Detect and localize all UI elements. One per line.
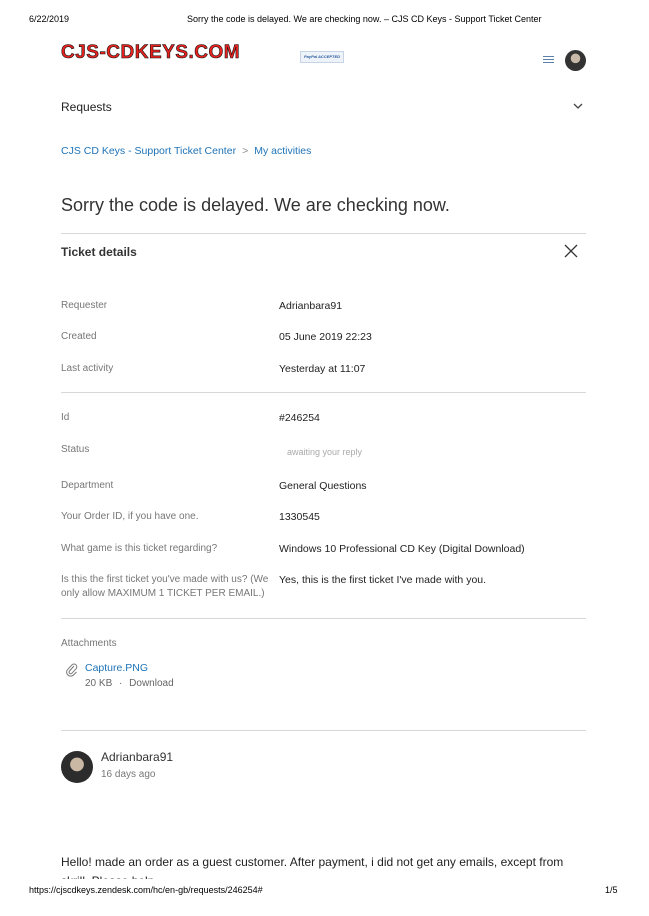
- print-date: 6/22/2019: [29, 14, 70, 24]
- print-page-number: 1/5: [605, 885, 618, 895]
- meta-separator: ·: [119, 678, 123, 689]
- id-label: Id: [61, 412, 70, 423]
- download-link[interactable]: Download: [129, 678, 173, 689]
- requester-value: Adrianbara91: [279, 300, 343, 312]
- comment-author: Adrianbara91: [101, 750, 174, 764]
- first-ticket-label: Is this the first ticket you've made wit…: [61, 574, 269, 599]
- site-logo[interactable]: CJS-CDKEYS.COM: [61, 42, 240, 63]
- game-value: Windows 10 Professional CD Key (Digital …: [279, 543, 525, 555]
- divider: [61, 233, 586, 234]
- department-value: General Questions: [279, 480, 367, 492]
- attachment-meta: 20 KB · Download: [85, 678, 174, 689]
- chevron-down-icon[interactable]: [572, 99, 584, 117]
- attachment-link[interactable]: Capture.PNG: [85, 662, 148, 674]
- order-id-label: Your Order ID, if you have one.: [61, 511, 199, 522]
- order-id-value: 1330545: [279, 511, 320, 523]
- last-activity-label: Last activity: [61, 363, 114, 374]
- divider: [61, 392, 586, 393]
- comment-timestamp: 16 days ago: [101, 769, 156, 780]
- hamburger-menu-icon[interactable]: [543, 56, 554, 65]
- id-value: #246254: [279, 412, 320, 424]
- paypal-badge: PayPal ACCEPTED: [300, 51, 344, 63]
- divider: [61, 730, 586, 731]
- divider: [61, 618, 586, 619]
- first-ticket-value: Yes, this is the first ticket I've made …: [279, 574, 487, 586]
- status-badge: awaiting your reply: [287, 447, 363, 457]
- comment-author-avatar: [61, 751, 93, 783]
- user-avatar[interactable]: [565, 50, 586, 71]
- breadcrumb-separator: >: [242, 145, 249, 157]
- department-label: Department: [61, 480, 114, 491]
- created-label: Created: [61, 331, 97, 342]
- created-value: 05 June 2019 22:23: [279, 331, 372, 343]
- status-label: Status: [61, 444, 90, 455]
- page-title: Sorry the code is delayed. We are checki…: [61, 195, 450, 215]
- print-url: https://cjscdkeys.zendesk.com/hc/en-gb/r…: [29, 885, 263, 895]
- ticket-details-heading: Ticket details: [61, 245, 137, 259]
- attachments-heading: Attachments: [61, 638, 117, 649]
- game-label: What game is this ticket regarding?: [61, 543, 218, 554]
- breadcrumb: CJS CD Keys - Support Ticket Center > My a…: [61, 145, 311, 157]
- print-title: Sorry the code is delayed. We are checki…: [187, 14, 542, 24]
- requester-label: Requester: [61, 300, 108, 311]
- paperclip-icon: [66, 663, 78, 682]
- requests-dropdown-label[interactable]: Requests: [61, 100, 112, 114]
- breadcrumb-current-link[interactable]: My activities: [254, 145, 311, 157]
- attachment-size: 20 KB: [85, 678, 113, 689]
- last-activity-value: Yesterday at 11:07: [279, 363, 366, 375]
- breadcrumb-home-link[interactable]: CJS CD Keys - Support Ticket Center: [61, 145, 236, 157]
- close-icon[interactable]: [564, 244, 578, 263]
